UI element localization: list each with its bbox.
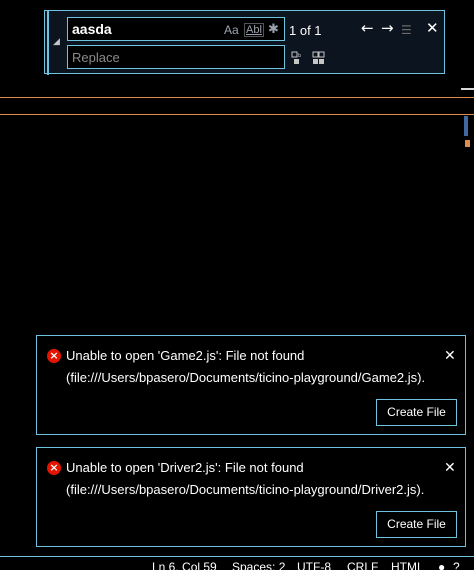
create-file-button[interactable]: Create File	[376, 399, 457, 426]
notification-path: (file:///Users/bpasero/Documents/ticino-…	[66, 370, 426, 385]
status-encoding[interactable]: UTF-8	[297, 560, 331, 570]
status-help[interactable]: ?	[453, 560, 460, 570]
replace-input[interactable]	[68, 46, 284, 68]
notification-path: (file:///Users/bpasero/Documents/ticino-…	[66, 482, 425, 497]
feedback-icon[interactable]: ●	[438, 560, 445, 570]
highlight-line-bottom	[0, 114, 474, 115]
status-line-ending[interactable]: CRLF	[347, 560, 378, 570]
previous-match-icon[interactable]: ←	[361, 20, 374, 36]
replace-all-icon[interactable]	[312, 51, 326, 65]
highlight-line-top	[0, 97, 474, 98]
whole-word-icon[interactable]: Abl	[244, 23, 264, 37]
close-notification-icon[interactable]: ✕	[444, 348, 456, 364]
find-widget: ◢ aasda Aa Abl ✱ 1 of 1 ← → ☰ ✕ b	[44, 10, 445, 75]
notification-message: Unable to open 'Game2.js': File not foun…	[66, 348, 305, 363]
toggle-replace-icon[interactable]: ◢	[53, 37, 60, 47]
next-match-icon[interactable]: →	[381, 20, 394, 36]
status-bar: Ln 6, Col 59 Spaces: 2 UTF-8 CRLF HTML ●…	[0, 556, 474, 570]
search-input[interactable]: aasda Aa Abl ✱	[67, 17, 285, 41]
match-count: 1 of 1	[289, 23, 322, 38]
notification-message: Unable to open 'Driver2.js': File not fo…	[66, 460, 304, 475]
scrollbar-thumb[interactable]	[464, 116, 468, 136]
status-cursor-position[interactable]: Ln 6, Col 59	[152, 560, 217, 570]
replace-input-box[interactable]	[67, 45, 285, 69]
find-in-selection-icon[interactable]: ☰	[401, 22, 412, 38]
replace-one-icon[interactable]: b	[291, 51, 305, 65]
svg-text:b: b	[298, 53, 301, 59]
close-find-icon[interactable]: ✕	[426, 20, 439, 36]
status-language[interactable]: HTML	[391, 560, 424, 570]
find-widget-sash[interactable]	[47, 11, 49, 75]
match-case-icon[interactable]: Aa	[224, 23, 239, 37]
error-notification: × Unable to open 'Driver2.js': File not …	[36, 447, 466, 547]
create-file-button[interactable]: Create File	[376, 511, 457, 538]
editor-area[interactable]: ◢ aasda Aa Abl ✱ 1 of 1 ← → ☰ ✕ b	[0, 0, 474, 556]
ruler-cursor-marker	[461, 88, 474, 90]
error-icon: ×	[47, 461, 61, 475]
error-icon: ×	[47, 349, 61, 363]
ruler-match-marker	[465, 140, 470, 147]
regex-icon[interactable]: ✱	[268, 21, 279, 37]
search-input-value: aasda	[72, 21, 112, 37]
close-notification-icon[interactable]: ✕	[444, 460, 456, 476]
error-notification: × Unable to open 'Game2.js': File not fo…	[36, 335, 466, 435]
status-indentation[interactable]: Spaces: 2	[232, 560, 285, 570]
